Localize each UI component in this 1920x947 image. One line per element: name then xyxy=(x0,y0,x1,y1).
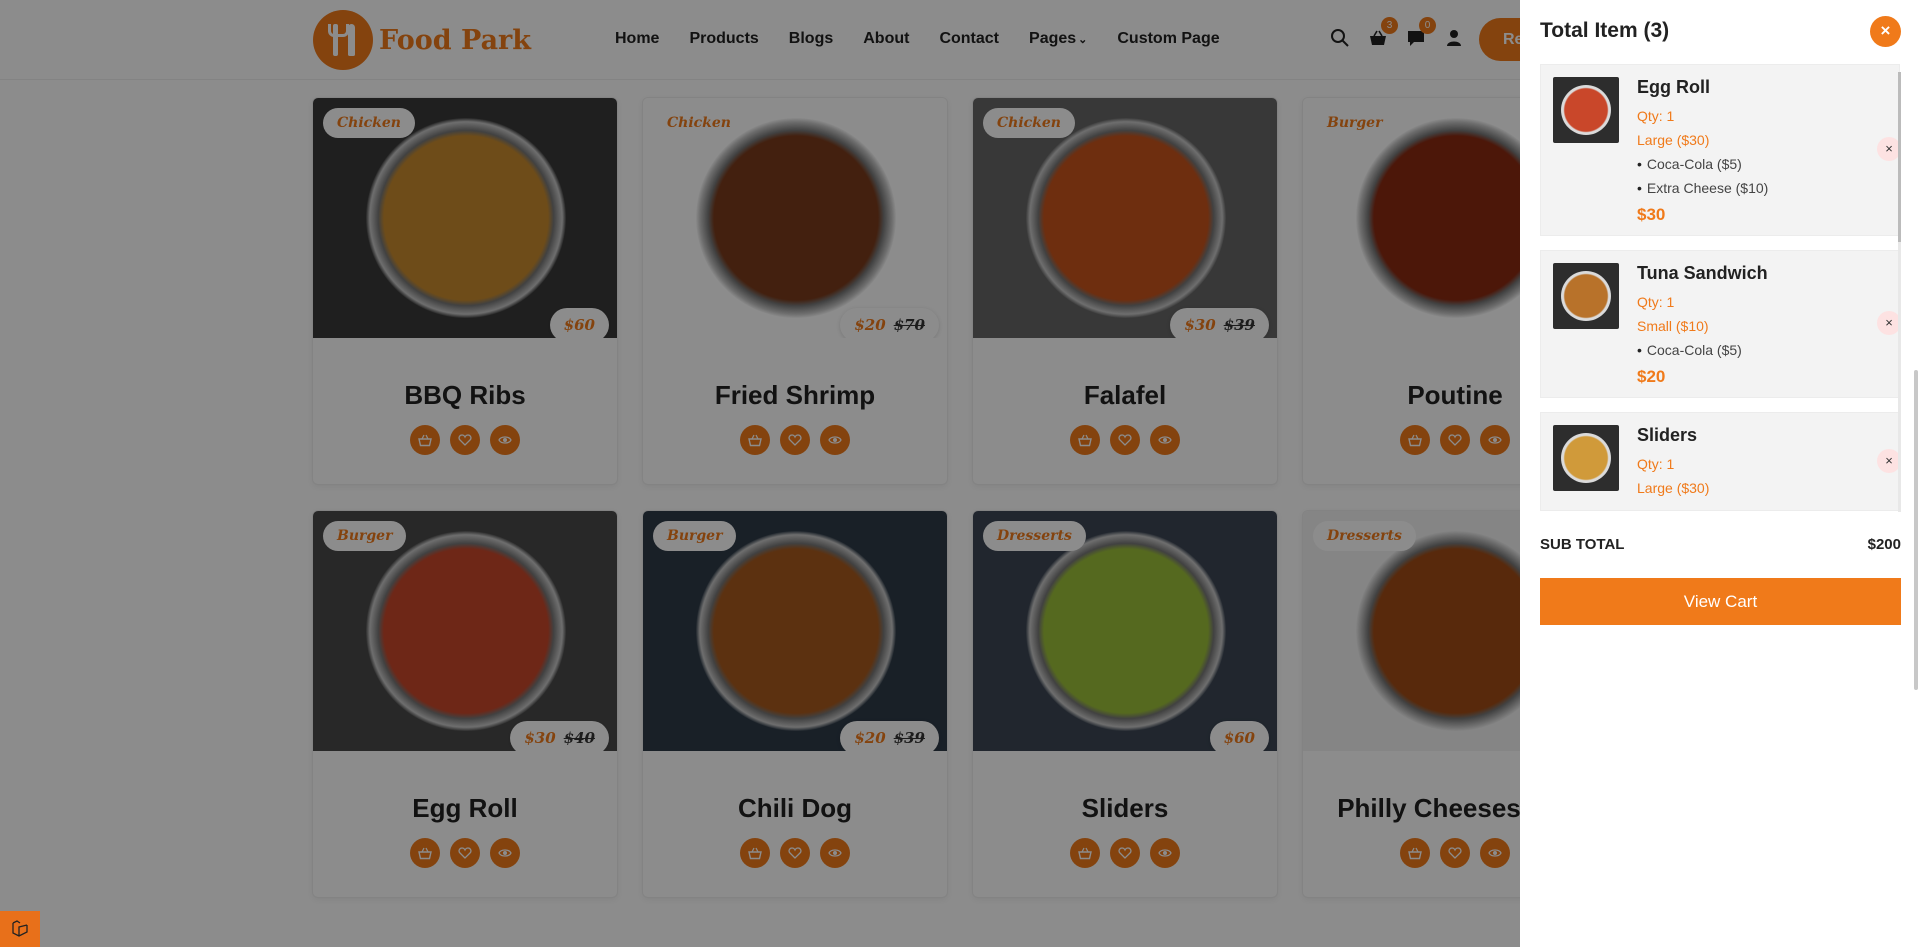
cart-item-addon: Coca-Cola ($5) xyxy=(1637,152,1887,176)
drawer-scrollbar[interactable] xyxy=(1914,370,1918,690)
cart-item-price: $30 xyxy=(1637,205,1666,224)
cart-scrollbar[interactable] xyxy=(1898,72,1901,512)
cart-item-qty: Qty: 1 xyxy=(1637,108,1675,124)
cart-item-qty: Qty: 1 xyxy=(1637,456,1675,472)
close-cart-button[interactable]: × xyxy=(1870,16,1901,47)
subtotal-value: $200 xyxy=(1867,536,1901,553)
subtotal-label: SUB TOTAL xyxy=(1540,536,1625,553)
cart-item-price: $20 xyxy=(1637,367,1666,386)
cart-item[interactable]: Tuna Sandwich Qty: 1 Small ($10) Coca-Co… xyxy=(1540,250,1901,398)
cart-item-addon: Coca-Cola ($5) xyxy=(1637,338,1887,362)
cart-item-thumbnail[interactable] xyxy=(1553,263,1619,329)
cart-item-list[interactable]: Egg Roll Qty: 1 Large ($30) Coca-Cola ($… xyxy=(1540,64,1910,513)
cart-item[interactable]: Egg Roll Qty: 1 Large ($30) Coca-Cola ($… xyxy=(1540,64,1901,236)
cart-item-size: Large ($30) xyxy=(1637,132,1710,148)
cart-item-name[interactable]: Sliders xyxy=(1637,425,1887,446)
cart-item[interactable]: Sliders Qty: 1 Large ($30) × xyxy=(1540,412,1901,511)
cart-drawer: Total Item (3) × Egg Roll Qty: 1 Large (… xyxy=(1520,0,1920,947)
cart-item-size: Large ($30) xyxy=(1637,480,1710,496)
laravel-icon[interactable] xyxy=(0,911,40,947)
cart-item-thumbnail[interactable] xyxy=(1553,425,1619,491)
cart-item-thumbnail[interactable] xyxy=(1553,77,1619,143)
cart-item-name[interactable]: Egg Roll xyxy=(1637,77,1887,98)
cart-item-size: Small ($10) xyxy=(1637,318,1709,334)
cart-title: Total Item (3) xyxy=(1540,19,1670,42)
cart-item-addon: Extra Cheese ($10) xyxy=(1637,176,1887,200)
subtotal-row: SUB TOTAL $200 xyxy=(1540,536,1901,553)
cart-item-name[interactable]: Tuna Sandwich xyxy=(1637,263,1887,284)
cart-item-qty: Qty: 1 xyxy=(1637,294,1675,310)
view-cart-button[interactable]: View Cart xyxy=(1540,578,1901,625)
